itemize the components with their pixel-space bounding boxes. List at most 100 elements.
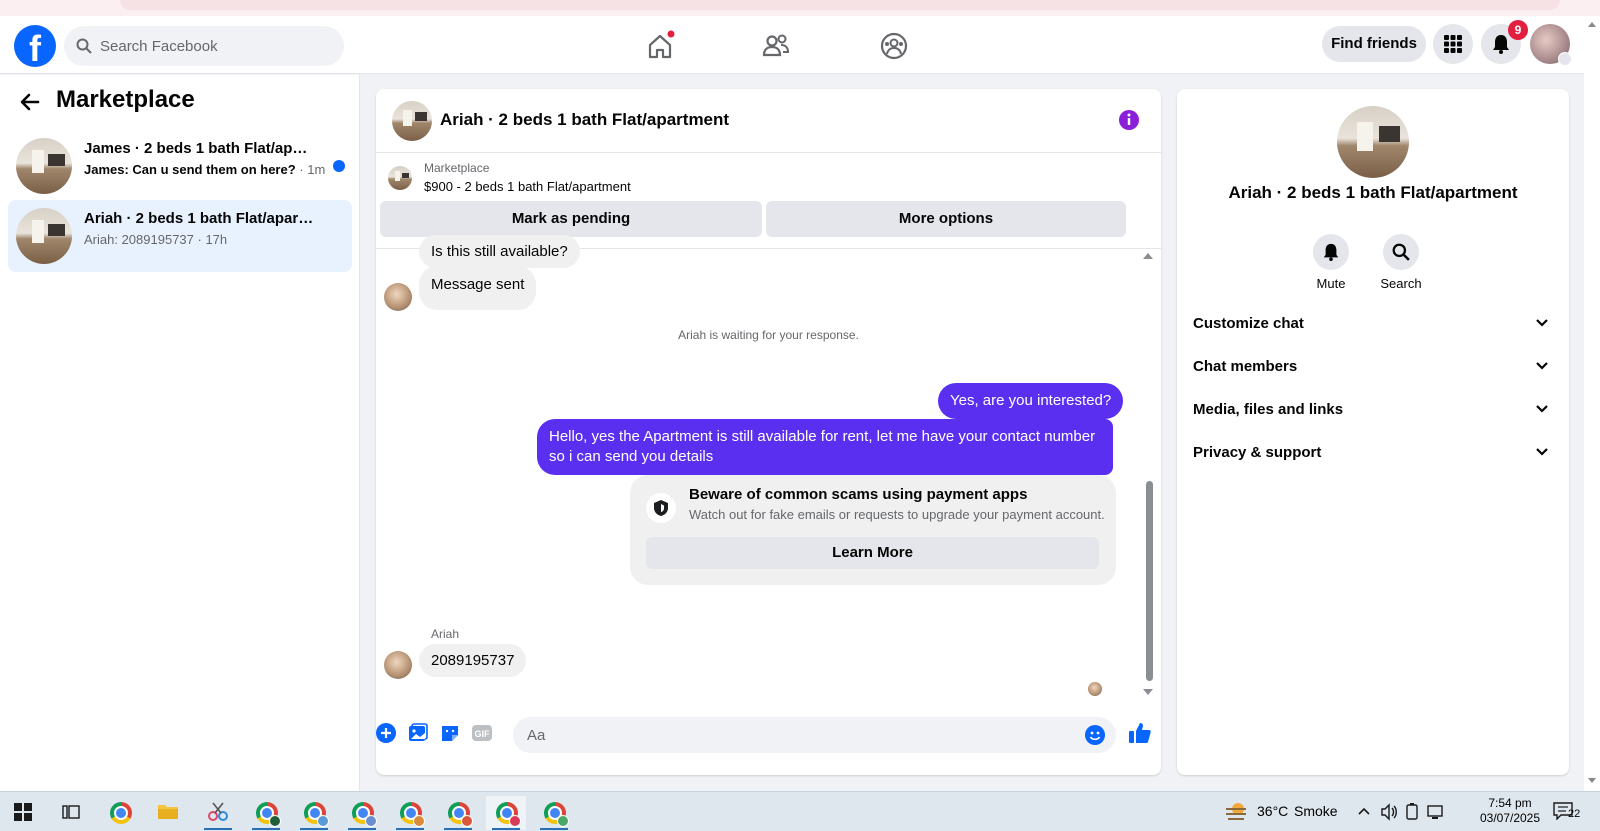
photo-icon[interactable]: [408, 723, 428, 743]
chevron-down-icon: [1536, 319, 1548, 327]
weather-description[interactable]: Smoke: [1294, 803, 1338, 819]
profile-badge: [557, 815, 569, 827]
taskbar-chrome-profile-1[interactable]: [246, 796, 286, 830]
chevron-down-icon: [1536, 448, 1548, 456]
chevron-down-icon: [1558, 52, 1572, 66]
browser-tab-strip: [0, 0, 1600, 16]
battery-icon[interactable]: [1404, 803, 1420, 821]
plus-icon[interactable]: [376, 723, 396, 743]
shield-icon: [646, 493, 676, 523]
conversation-name: Ariah · 2 beds 1 bath Flat/apartment: [84, 210, 314, 227]
windows-start-icon[interactable]: [14, 803, 32, 821]
facebook-logo[interactable]: f: [14, 25, 56, 69]
top-navigation: f Find friends 9: [0, 16, 1584, 74]
message-input-box[interactable]: [513, 717, 1116, 753]
thread-scroll-up[interactable]: [1143, 253, 1153, 259]
file-explorer-icon[interactable]: [157, 801, 179, 821]
taskbar-chrome-profile-5[interactable]: [438, 796, 478, 830]
message-input[interactable]: [527, 717, 1067, 753]
windows-taskbar: 36°C Smoke 7:54 pm 03/07/2025 22: [0, 791, 1600, 831]
logo-letter: f: [29, 28, 41, 69]
chevron-up-icon[interactable]: [1357, 806, 1371, 816]
scam-warning-title: Beware of common scams using payment app…: [689, 486, 1028, 503]
message-bubble-incoming: Message sent: [419, 266, 537, 310]
message-bubble-outgoing: Hello, yes the Apartment is still availa…: [537, 419, 1113, 475]
search-conversation-button[interactable]: Search: [1371, 234, 1431, 291]
listing-thumbnail[interactable]: [388, 166, 412, 190]
waiting-notice: Ariah is waiting for your response.: [678, 328, 859, 342]
taskbar-chrome-profile-4[interactable]: [390, 796, 430, 830]
section-chat-members[interactable]: Chat members: [1193, 345, 1553, 389]
message-composer: GIF: [376, 707, 1161, 763]
chevron-down-icon: [1536, 405, 1548, 413]
weather-temperature[interactable]: 36°C: [1257, 803, 1288, 819]
listing-thumbnail: [16, 138, 72, 194]
mark-as-pending-button[interactable]: Mark as pending: [380, 201, 762, 237]
seen-receipt-avatar: [1088, 682, 1102, 696]
emoji-icon[interactable]: [1085, 725, 1105, 745]
unread-indicator: [333, 160, 345, 172]
profile-badge: [365, 815, 377, 827]
menu-button[interactable]: [1433, 24, 1473, 64]
task-view-icon[interactable]: [62, 803, 80, 821]
listing-title[interactable]: $900 - 2 beds 1 bath Flat/apartment: [424, 179, 631, 194]
home-icon[interactable]: [644, 30, 676, 62]
message-bubble-outgoing: Yes, are you interested?: [938, 383, 1124, 419]
browser-tab[interactable]: [120, 0, 1560, 10]
taskbar-snipping-tool[interactable]: [198, 796, 238, 830]
friends-icon[interactable]: [760, 30, 792, 62]
page-scrollbar[interactable]: [1584, 16, 1600, 791]
taskbar-chrome-profile-7[interactable]: [534, 796, 574, 830]
account-avatar[interactable]: [1530, 24, 1572, 66]
page-scroll-up[interactable]: [1588, 22, 1596, 27]
taskbar-chrome-profile-3[interactable]: [342, 796, 382, 830]
learn-more-button[interactable]: Learn More: [646, 537, 1099, 569]
weather-smoke-icon[interactable]: [1224, 800, 1248, 822]
back-arrow-icon[interactable]: [20, 92, 40, 112]
chat-title[interactable]: Ariah · 2 beds 1 bath Flat/apartment: [440, 110, 729, 130]
chat-avatar[interactable]: [392, 101, 432, 141]
section-privacy-support[interactable]: Privacy & support: [1193, 431, 1553, 475]
sticker-icon[interactable]: [440, 723, 460, 743]
profile-badge: [509, 815, 521, 827]
sidebar-title: Marketplace: [56, 86, 195, 113]
search-icon: [76, 38, 92, 54]
info-icon[interactable]: [1118, 109, 1140, 131]
volume-icon[interactable]: [1380, 803, 1398, 821]
profile-badge: [269, 815, 281, 827]
section-customize-chat[interactable]: Customize chat: [1193, 302, 1553, 346]
more-options-button[interactable]: More options: [766, 201, 1126, 237]
find-friends-button[interactable]: Find friends: [1322, 26, 1426, 62]
mute-button[interactable]: Mute: [1301, 234, 1361, 291]
taskbar-chrome-profile-2[interactable]: [294, 796, 334, 830]
thread-scroll-down[interactable]: [1143, 689, 1153, 695]
svg-text:GIF: GIF: [475, 729, 491, 739]
message-thread: Is this still available? Message sent Ar…: [376, 235, 1161, 697]
message-bubble-incoming: 2089195737: [419, 644, 527, 677]
search-input[interactable]: [100, 26, 330, 66]
search-label: Search: [1380, 276, 1422, 291]
info-avatar[interactable]: [1337, 106, 1409, 178]
bell-icon: [1493, 35, 1509, 54]
conversation-ariah[interactable]: Ariah · 2 beds 1 bath Flat/apartment Ari…: [8, 200, 352, 272]
page-scroll-down[interactable]: [1588, 778, 1596, 783]
thumbs-up-icon[interactable]: [1128, 721, 1152, 745]
chevron-down-icon: [1536, 362, 1548, 370]
sender-name: Ariah: [431, 627, 460, 641]
taskbar-chrome-profile-6[interactable]: [486, 796, 526, 830]
taskbar-chrome[interactable]: [100, 796, 140, 830]
system-clock[interactable]: 7:54 pm 03/07/2025: [1470, 796, 1550, 826]
chat-panel: Ariah · 2 beds 1 bath Flat/apartment Mar…: [376, 89, 1161, 775]
chat-header: Ariah · 2 beds 1 bath Flat/apartment: [376, 89, 1161, 153]
search-box[interactable]: [64, 26, 344, 66]
groups-icon[interactable]: [878, 30, 910, 62]
clock-date: 03/07/2025: [1479, 811, 1541, 825]
gif-icon[interactable]: GIF: [471, 723, 493, 743]
listing-source: Marketplace: [424, 161, 490, 175]
network-icon[interactable]: [1426, 803, 1444, 821]
scam-warning-text: Watch out for fake emails or requests to…: [689, 507, 1105, 522]
thread-scrollbar[interactable]: [1146, 481, 1153, 681]
section-media-files-links[interactable]: Media, files and links: [1193, 388, 1553, 432]
conversation-james[interactable]: James · 2 beds 1 bath Flat/apartment Jam…: [8, 130, 352, 202]
preview-sender: Ariah:: [84, 232, 122, 247]
